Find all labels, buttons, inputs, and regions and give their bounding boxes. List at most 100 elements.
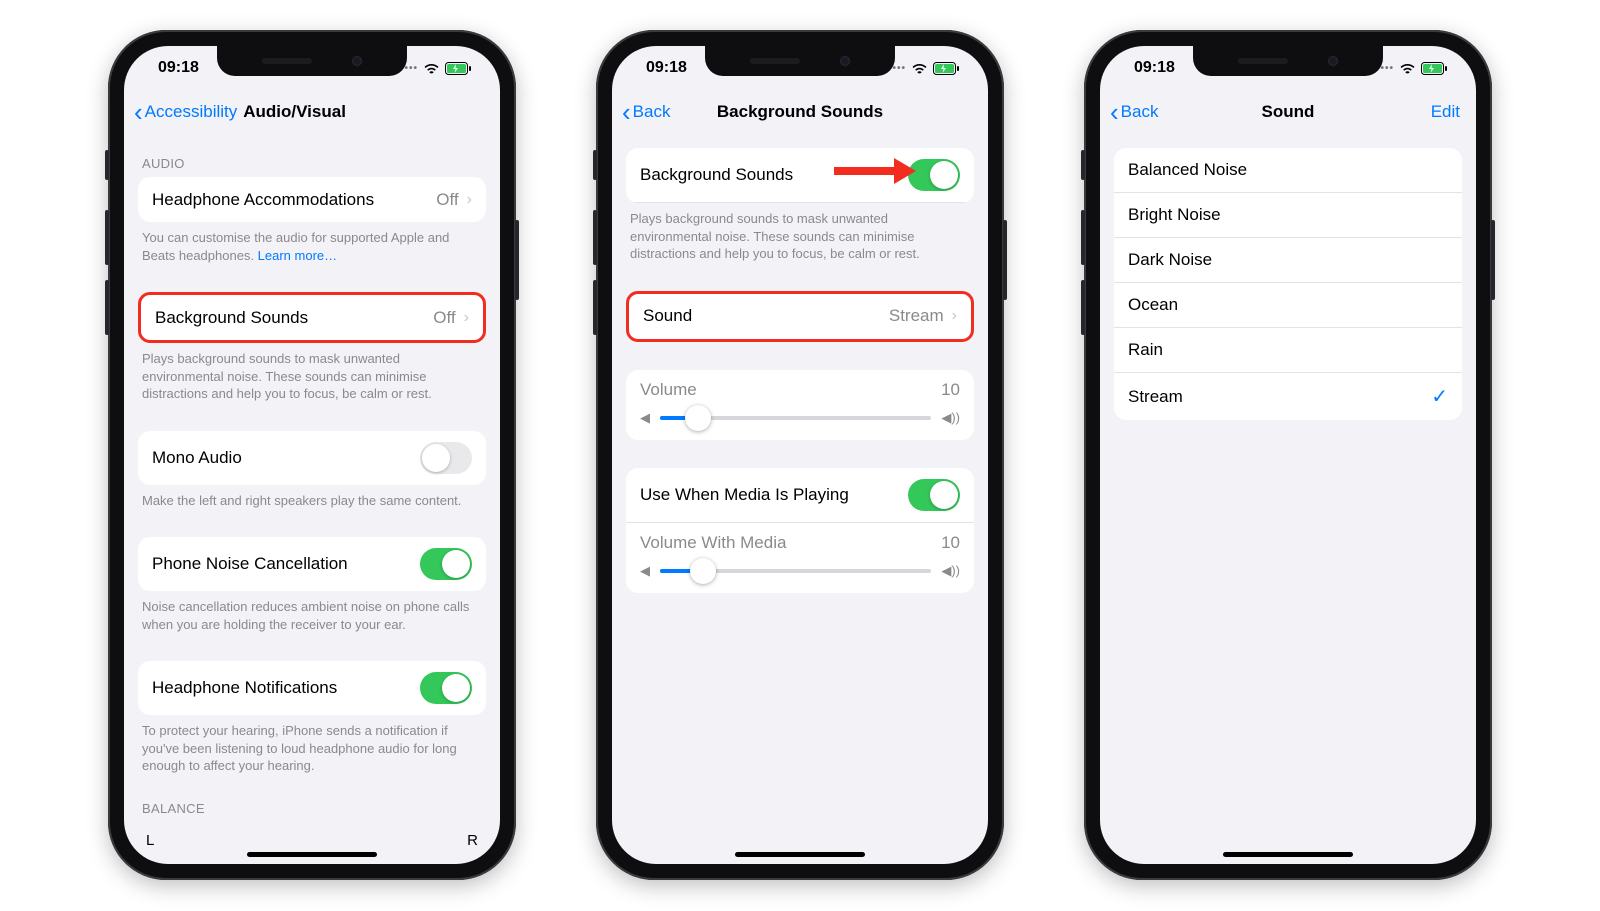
slider-value: 10: [941, 533, 960, 553]
sound-row[interactable]: Sound Stream ›: [629, 294, 971, 339]
home-indicator[interactable]: [1223, 852, 1353, 857]
status-time: 09:18: [158, 59, 199, 77]
option-label: Dark Noise: [1128, 250, 1448, 270]
row-value: Stream: [889, 306, 944, 326]
row-label: Headphone Accommodations: [152, 190, 436, 210]
balance-left: L: [146, 832, 154, 849]
back-button[interactable]: ‹ Accessibility: [134, 99, 237, 125]
mute-switch: [593, 150, 597, 180]
row-value: Off: [436, 190, 458, 210]
status-time: 09:18: [646, 59, 687, 77]
volume-up: [1081, 210, 1085, 265]
headphone-notifications-toggle[interactable]: [420, 672, 472, 704]
option-label: Bright Noise: [1128, 205, 1448, 225]
notch: [217, 46, 407, 76]
back-button[interactable]: ‹ Back: [1110, 99, 1158, 125]
mute-switch: [105, 150, 109, 180]
background-sounds-toggle-row[interactable]: Background Sounds: [626, 148, 974, 203]
home-indicator[interactable]: [735, 852, 865, 857]
volume-slider-row[interactable]: Volume 10 ◀ ◀)): [626, 370, 974, 440]
balance-right: R: [467, 832, 478, 849]
section-header-balance: BALANCE: [124, 775, 500, 822]
background-sounds-toggle[interactable]: [908, 159, 960, 191]
sound-row-highlight: Sound Stream ›: [626, 291, 974, 342]
footer-text: Noise cancellation reduces ambient noise…: [124, 591, 500, 633]
sound-options-list: Balanced Noise Bright Noise Dark Noise Ocea…: [1114, 148, 1462, 420]
settings-content[interactable]: Background Sounds Plays background sound…: [612, 134, 988, 864]
notch: [1193, 46, 1383, 76]
headphone-accommodations-row[interactable]: Headphone Accommodations Off ›: [138, 177, 486, 222]
mono-audio-row[interactable]: Mono Audio: [138, 431, 486, 485]
noise-cancellation-toggle[interactable]: [420, 548, 472, 580]
wifi-icon: [1399, 62, 1416, 74]
row-label: Background Sounds: [640, 165, 908, 185]
sound-option-row[interactable]: Stream✓: [1114, 373, 1462, 420]
speaker-low-icon: ◀: [640, 410, 650, 426]
power-button: [1003, 220, 1007, 300]
sound-option-row[interactable]: Ocean: [1114, 283, 1462, 328]
phone-frame-3: 09:18 •••• ‹ Back Sound Edit Balanced No…: [1084, 30, 1492, 880]
volume-up: [105, 210, 109, 265]
nav-bar: ‹ Back Sound Edit: [1100, 90, 1476, 134]
phone-frame-1: 09:18 •••• ‹ Accessibility Audio/Visual …: [108, 30, 516, 880]
use-when-media-toggle[interactable]: [908, 479, 960, 511]
chevron-left-icon: ‹: [1110, 99, 1119, 125]
settings-content[interactable]: AUDIO Headphone Accommodations Off › You…: [124, 134, 500, 864]
edit-button[interactable]: Edit: [1431, 102, 1466, 122]
chevron-right-icon: ›: [467, 191, 472, 209]
volume-with-media-slider-row[interactable]: Volume With Media 10 ◀ ◀)): [626, 523, 974, 593]
phone-noise-cancellation-row[interactable]: Phone Noise Cancellation: [138, 537, 486, 591]
balance-labels: L R: [124, 822, 500, 849]
row-label: Background Sounds: [155, 308, 433, 328]
option-label: Rain: [1128, 340, 1448, 360]
battery-charging-icon: [1421, 62, 1448, 75]
sound-option-row[interactable]: Dark Noise: [1114, 238, 1462, 283]
chevron-right-icon: ›: [952, 307, 957, 325]
sound-option-row[interactable]: Balanced Noise: [1114, 148, 1462, 193]
row-label: Phone Noise Cancellation: [152, 554, 420, 574]
volume-up: [593, 210, 597, 265]
home-indicator[interactable]: [247, 852, 377, 857]
background-sounds-row[interactable]: Background Sounds Off ›: [141, 295, 483, 340]
volume-slider[interactable]: [660, 416, 931, 420]
checkmark-icon: ✓: [1431, 384, 1448, 409]
speaker-high-icon: ◀)): [941, 563, 960, 579]
footer-text: You can customise the audio for supporte…: [124, 222, 500, 264]
chevron-right-icon: ›: [464, 309, 469, 327]
sound-option-row[interactable]: Rain: [1114, 328, 1462, 373]
nav-bar: ‹ Back Background Sounds: [612, 90, 988, 134]
battery-charging-icon: [933, 62, 960, 75]
notch: [705, 46, 895, 76]
mute-switch: [1081, 150, 1085, 180]
slider-value: 10: [941, 380, 960, 400]
background-sounds-highlight: Background Sounds Off ›: [138, 292, 486, 343]
speaker-low-icon: ◀: [640, 563, 650, 579]
use-when-media-row[interactable]: Use When Media Is Playing: [626, 468, 974, 523]
row-label: Use When Media Is Playing: [640, 485, 908, 505]
footer-text: Plays background sounds to mask unwanted…: [124, 343, 500, 403]
nav-bar: ‹ Accessibility Audio/Visual: [124, 90, 500, 134]
chevron-left-icon: ‹: [622, 99, 631, 125]
chevron-left-icon: ‹: [134, 99, 143, 125]
back-label: Accessibility: [145, 102, 238, 122]
battery-charging-icon: [445, 62, 472, 75]
volume-down: [593, 280, 597, 335]
mono-audio-toggle[interactable]: [420, 442, 472, 474]
headphone-notifications-row[interactable]: Headphone Notifications: [138, 661, 486, 715]
screen-2: 09:18 •••• ‹ Back Background Sounds Back…: [612, 46, 988, 864]
footer-text: Make the left and right speakers play th…: [124, 485, 500, 510]
footer-text: To protect your hearing, iPhone sends a …: [124, 715, 500, 775]
volume-down: [105, 280, 109, 335]
back-button[interactable]: ‹ Back: [622, 99, 670, 125]
settings-content[interactable]: Balanced Noise Bright Noise Dark Noise Ocea…: [1100, 134, 1476, 864]
back-label: Back: [633, 102, 671, 122]
option-label: Balanced Noise: [1128, 160, 1448, 180]
screen-3: 09:18 •••• ‹ Back Sound Edit Balanced No…: [1100, 46, 1476, 864]
slider-label: Volume: [640, 380, 697, 400]
speaker-high-icon: ◀)): [941, 410, 960, 426]
volume-with-media-slider[interactable]: [660, 569, 931, 573]
sound-option-row[interactable]: Bright Noise: [1114, 193, 1462, 238]
learn-more-link[interactable]: Learn more…: [258, 248, 337, 263]
option-label: Stream: [1128, 387, 1431, 407]
status-time: 09:18: [1134, 59, 1175, 77]
